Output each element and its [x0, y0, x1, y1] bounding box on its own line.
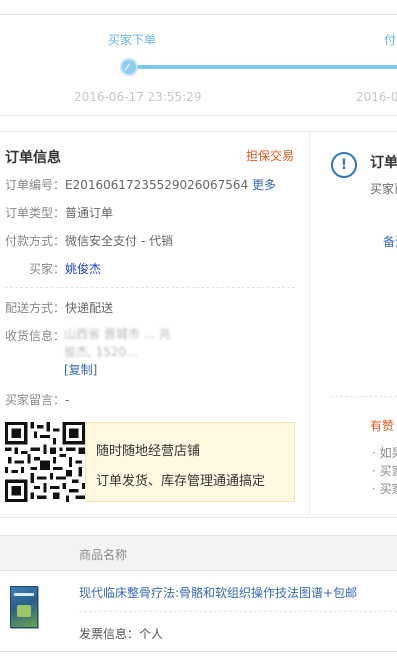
step-time-order: 2016-06-17 23:55:29 — [74, 90, 202, 104]
section-divider — [0, 115, 397, 116]
more-link[interactable]: 更多 — [252, 178, 276, 192]
qr-code-image — [5, 422, 85, 502]
payment-method-row: 付款方式：微信安全支付 - 代销 — [5, 232, 173, 249]
address-line-2: 俊杰, 1520... — [64, 345, 138, 359]
buyer-row: 买家：姚俊杰 — [29, 260, 101, 277]
reminder-item: · 买家 — [372, 482, 397, 496]
section-divider — [0, 131, 397, 132]
section-divider — [0, 517, 397, 518]
product-name-column-header: 商品名称 — [79, 548, 128, 562]
address-line-1: 山西省 晋城市 ... 兆 — [64, 327, 171, 341]
invoice-value: 个人 — [139, 627, 164, 641]
buyer-message-label: 买家留言： — [5, 393, 66, 407]
progress-step-check-icon — [120, 58, 138, 76]
buyer-name-link[interactable]: 姚俊杰 — [65, 262, 101, 276]
invoice-info: 发票信息：个人 — [79, 625, 163, 642]
buyer-message-row: 买家留言：- — [5, 391, 69, 408]
reminder-item: · 买家 — [372, 464, 397, 478]
order-status-subtitle: 买家已 — [370, 182, 397, 196]
payment-method-value: 微信安全支付 - 代销 — [65, 234, 173, 248]
step-label-buyer-order: 买家下单 — [108, 33, 157, 47]
progress-track — [128, 65, 397, 69]
order-status-title: 订单 — [370, 155, 397, 171]
order-type-value: 普通订单 — [65, 206, 114, 220]
order-number-row: 订单编号：E20160617235529026067564 更多 — [5, 176, 276, 193]
product-name-link[interactable]: 现代临床整骨疗法:骨骼和软组织操作技法图谱+包邮 — [79, 584, 357, 601]
order-number-label: 订单编号： — [5, 178, 66, 192]
step-time-payment: 2016-06 — [356, 90, 397, 104]
delivery-value: 快递配送 — [65, 301, 114, 315]
order-type-row: 订单类型：普通订单 — [5, 204, 113, 221]
reminder-item: · 如果 — [372, 446, 397, 460]
step-label-payment: 付 — [384, 33, 397, 47]
product-thumbnail[interactable] — [10, 586, 38, 628]
top-divider — [0, 14, 397, 15]
order-info-title: 订单信息 — [5, 150, 61, 166]
buyer-message-value: - — [65, 393, 70, 407]
address-row: 收货信息： — [5, 327, 65, 344]
bottom-divider — [0, 651, 397, 652]
exclamation-circle-icon: ! — [331, 152, 357, 178]
dashed-divider — [5, 287, 295, 288]
delivery-label: 配送方式： — [5, 301, 66, 315]
dashed-divider — [79, 611, 397, 612]
buyer-label: 买家： — [29, 262, 66, 276]
promo-banner[interactable]: 随时随地经营店铺 订单发货、库存管理通通搞定 — [85, 422, 295, 502]
order-number-value: E20160617235529026067564 — [65, 178, 249, 192]
panel-vertical-divider — [309, 131, 310, 517]
copy-address-link[interactable]: [复制] — [64, 363, 97, 377]
order-type-label: 订单类型： — [5, 206, 66, 220]
address-label: 收货信息： — [5, 329, 66, 343]
product-table-header: 商品名称 — [0, 535, 397, 571]
promo-line-1: 随时随地经营店铺 — [96, 444, 201, 459]
delivery-row: 配送方式：快递配送 — [5, 299, 113, 316]
invoice-label: 发票信息： — [79, 627, 140, 641]
address-value: 山西省 晋城市 ... 兆 俊杰, 1520... [复制] — [64, 325, 171, 379]
youzan-reminder-title: 有赞 — [370, 419, 395, 433]
guarantee-badge: 担保交易 — [246, 149, 295, 163]
payment-method-label: 付款方式： — [5, 234, 66, 248]
remark-link[interactable]: 备注 — [383, 233, 397, 250]
dashed-divider — [330, 396, 397, 397]
promo-line-2: 订单发货、库存管理通通搞定 — [96, 474, 266, 489]
